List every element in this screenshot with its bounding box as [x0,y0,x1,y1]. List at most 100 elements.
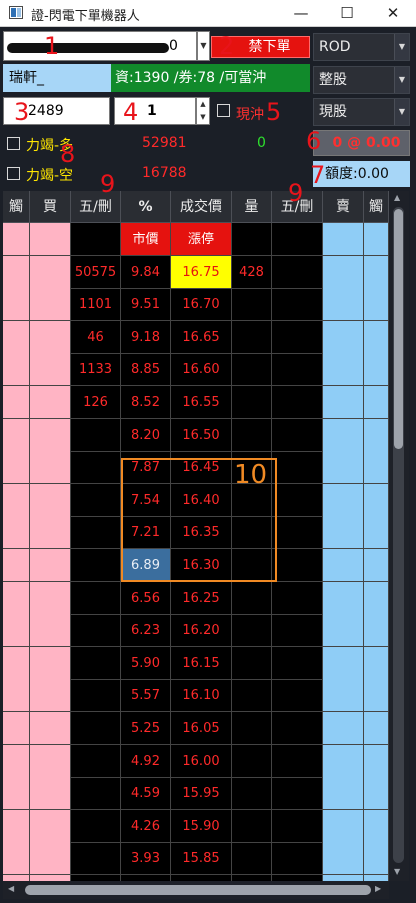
ask-qty-cell[interactable] [272,549,323,582]
bid-qty-cell[interactable] [71,777,121,810]
ask-qty-cell[interactable] [272,256,323,289]
buy-cell[interactable] [30,582,71,615]
sell-cell[interactable] [323,614,364,647]
scroll-thumb[interactable] [25,885,371,895]
buy-cell[interactable] [30,353,71,386]
sell-trigger-cell[interactable] [364,777,389,810]
buy-cell[interactable] [30,484,71,517]
bid-qty-cell[interactable]: 46 [71,321,121,354]
sell-cell[interactable] [323,647,364,680]
buy-cell[interactable] [30,777,71,810]
day-trade-checkbox[interactable] [217,104,230,117]
price-cell[interactable]: 16.70 [171,288,232,321]
buy-cell[interactable] [30,516,71,549]
ask-qty-cell[interactable] [272,647,323,680]
buy-trigger-cell[interactable] [3,353,30,386]
buy-trigger-cell[interactable] [3,712,30,745]
price-cell[interactable]: 15.85 [171,842,232,875]
buy-trigger-cell[interactable] [3,582,30,615]
bid-qty-cell[interactable] [71,223,121,256]
sell-cell[interactable] [323,419,364,452]
sell-cell[interactable] [323,842,364,875]
sell-cell[interactable] [323,745,364,778]
sell-cell[interactable] [323,679,364,712]
exhaust-long-checkbox[interactable] [7,137,20,150]
limit-up-button[interactable]: 漲停 [171,223,232,256]
horizontal-scrollbar[interactable]: ◀ ▶ [3,881,389,899]
sell-trigger-cell[interactable] [364,745,389,778]
buy-cell[interactable] [30,256,71,289]
minimize-button[interactable]: — [278,0,324,27]
price-cell[interactable]: 16.20 [171,614,232,647]
price-cell[interactable]: 15.95 [171,777,232,810]
sell-cell[interactable] [323,223,364,256]
buy-cell[interactable] [30,842,71,875]
sell-trigger-cell[interactable] [364,679,389,712]
sell-trigger-cell[interactable] [364,516,389,549]
bid-qty-cell[interactable]: 126 [71,386,121,419]
bid-qty-cell[interactable]: 1133 [71,353,121,386]
bid-qty-cell[interactable] [71,679,121,712]
buy-trigger-cell[interactable] [3,549,30,582]
sell-cell[interactable] [323,484,364,517]
bid-qty-cell[interactable] [71,745,121,778]
last-price-cell[interactable]: 16.75 [171,256,232,289]
ask-qty-cell[interactable] [272,810,323,843]
price-cell[interactable]: 16.25 [171,582,232,615]
price-cell[interactable]: 16.60 [171,353,232,386]
sell-trigger-cell[interactable] [364,223,389,256]
buy-cell[interactable] [30,288,71,321]
sell-trigger-cell[interactable] [364,321,389,354]
price-cell[interactable]: 16.10 [171,679,232,712]
bid-qty-cell[interactable]: 1101 [71,288,121,321]
ask-qty-cell[interactable] [272,321,323,354]
sell-cell[interactable] [323,386,364,419]
ask-qty-cell[interactable] [272,419,323,452]
price-cell[interactable]: 16.15 [171,647,232,680]
maximize-button[interactable]: ☐ [324,0,370,27]
buy-trigger-cell[interactable] [3,614,30,647]
sell-cell[interactable] [323,451,364,484]
header-trigger-buy[interactable]: 觸 [3,191,30,223]
header-price[interactable]: 成交價 [171,191,232,223]
ask-qty-cell[interactable] [272,288,323,321]
buy-cell[interactable] [30,321,71,354]
ask-qty-cell[interactable] [272,223,323,256]
sell-trigger-cell[interactable] [364,712,389,745]
sell-cell[interactable] [323,582,364,615]
vertical-scrollbar[interactable]: ▲ ▼ [389,191,409,881]
sell-cell[interactable] [323,516,364,549]
ask-qty-cell[interactable] [272,484,323,517]
sell-trigger-cell[interactable] [364,353,389,386]
header-trigger-sell[interactable]: 觸 [364,191,389,223]
buy-cell[interactable] [30,647,71,680]
stepper-down-icon[interactable]: ▼ [197,111,209,124]
close-button[interactable]: ✕ [370,0,416,27]
price-cell[interactable]: 16.50 [171,419,232,452]
buy-cell[interactable] [30,386,71,419]
lot-type-select[interactable]: 整股 ▼ [313,66,410,94]
bid-qty-cell[interactable]: 50575 [71,256,121,289]
header-volume[interactable]: 量 [232,191,272,223]
ask-qty-cell[interactable] [272,614,323,647]
buy-trigger-cell[interactable] [3,777,30,810]
sell-cell[interactable] [323,353,364,386]
buy-trigger-cell[interactable] [3,451,30,484]
sell-cell[interactable] [323,321,364,354]
order-type-select[interactable]: ROD ▼ [313,33,410,61]
sell-cell[interactable] [323,810,364,843]
market-price-button[interactable]: 市價 [121,223,171,256]
buy-trigger-cell[interactable] [3,810,30,843]
bid-qty-cell[interactable] [71,549,121,582]
ask-qty-cell[interactable] [272,451,323,484]
sell-trigger-cell[interactable] [364,484,389,517]
scroll-right-icon[interactable]: ▶ [375,884,381,893]
price-cell[interactable]: 16.00 [171,745,232,778]
ask-qty-cell[interactable] [272,777,323,810]
price-cell[interactable]: 16.55 [171,386,232,419]
ask-qty-cell[interactable] [272,679,323,712]
buy-trigger-cell[interactable] [3,679,30,712]
sell-trigger-cell[interactable] [364,549,389,582]
bid-qty-cell[interactable] [71,582,121,615]
sell-trigger-cell[interactable] [364,647,389,680]
